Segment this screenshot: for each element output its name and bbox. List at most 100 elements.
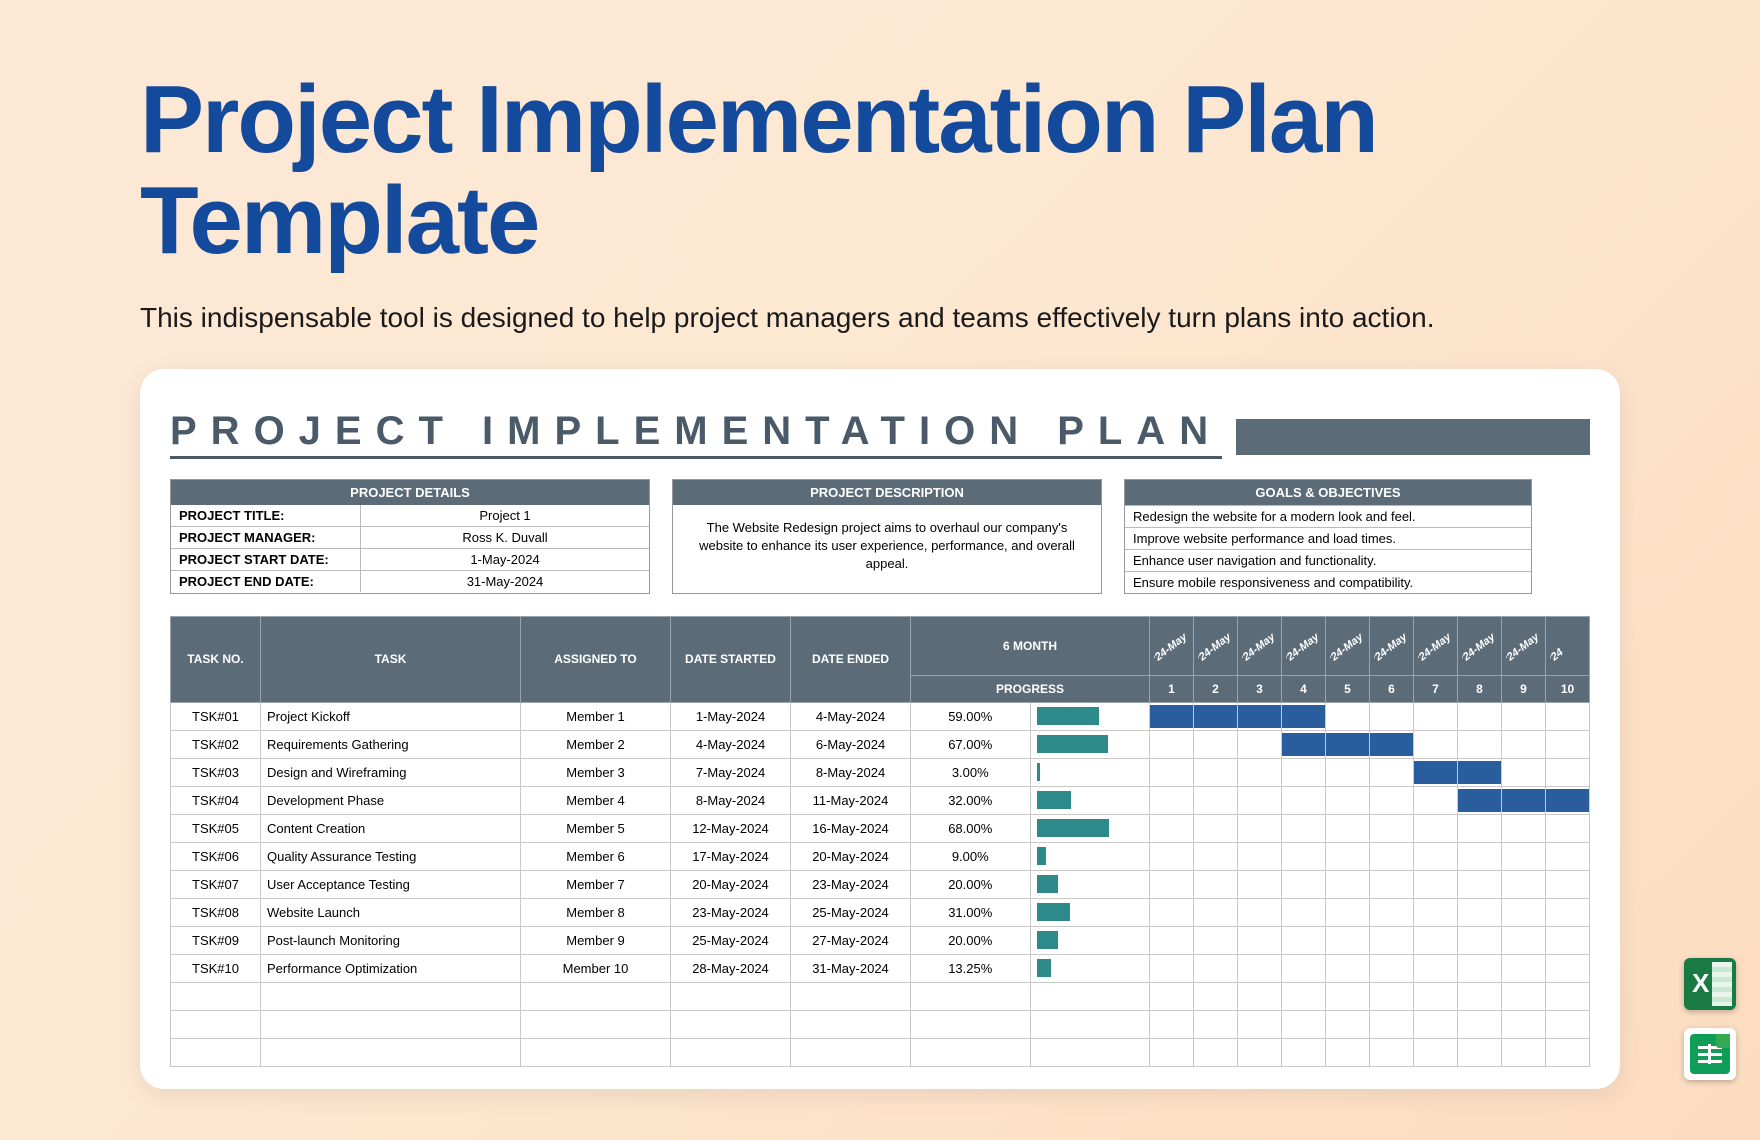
empty-cell <box>1546 1038 1590 1066</box>
project-details-row: PROJECT MANAGER:Ross K. Duvall <box>171 526 649 548</box>
goal-item: Enhance user navigation and functionalit… <box>1125 549 1531 571</box>
timeline-label: '24-May <box>1462 631 1497 665</box>
task-end: 6-May-2024 <box>791 730 911 758</box>
empty-cell <box>791 982 911 1010</box>
table-row-empty <box>171 982 1590 1010</box>
day-num: 6 <box>1370 675 1414 702</box>
task-assigned: Member 3 <box>521 758 671 786</box>
gantt-cell <box>1414 926 1458 954</box>
table-row: TSK#08 Website Launch Member 8 23-May-20… <box>171 898 1590 926</box>
gantt-cell <box>1370 870 1414 898</box>
task-progress-pct: 13.25% <box>911 954 1031 982</box>
gantt-cell <box>1370 898 1414 926</box>
task-assigned: Member 10 <box>521 954 671 982</box>
empty-cell <box>1194 1010 1238 1038</box>
gantt-cell <box>1194 842 1238 870</box>
empty-cell <box>1150 1038 1194 1066</box>
gantt-cell <box>1238 926 1282 954</box>
day-num: 5 <box>1326 675 1370 702</box>
empty-cell <box>1194 982 1238 1010</box>
google-sheets-icon[interactable] <box>1684 1028 1736 1080</box>
empty-cell <box>521 1038 671 1066</box>
empty-cell <box>1458 982 1502 1010</box>
gantt-cell <box>1326 758 1370 786</box>
task-start: 17-May-2024 <box>671 842 791 870</box>
gantt-cell <box>1282 730 1326 758</box>
task-end: 23-May-2024 <box>791 870 911 898</box>
task-no: TSK#04 <box>171 786 261 814</box>
task-no: TSK#06 <box>171 842 261 870</box>
task-name: Development Phase <box>261 786 521 814</box>
task-name: Performance Optimization <box>261 954 521 982</box>
project-details-header: PROJECT DETAILS <box>171 480 649 505</box>
gantt-cell <box>1326 814 1370 842</box>
col-assigned: ASSIGNED TO <box>521 616 671 702</box>
task-end: 16-May-2024 <box>791 814 911 842</box>
empty-cell <box>671 982 791 1010</box>
table-row: TSK#10 Performance Optimization Member 1… <box>171 954 1590 982</box>
gantt-cell <box>1150 786 1194 814</box>
goal-item: Redesign the website for a modern look a… <box>1125 505 1531 527</box>
empty-cell <box>791 1038 911 1066</box>
timeline-label: '24-May <box>1242 631 1277 665</box>
empty-cell <box>1030 982 1150 1010</box>
timeline-label: '24-May <box>1286 631 1321 665</box>
table-row: TSK#06 Quality Assurance Testing Member … <box>171 842 1590 870</box>
col-progress: PROGRESS <box>911 675 1150 702</box>
project-description-box: PROJECT DESCRIPTION The Website Redesign… <box>672 479 1102 594</box>
task-start: 20-May-2024 <box>671 870 791 898</box>
day-num: 9 <box>1502 675 1546 702</box>
col-task: TASK <box>261 616 521 702</box>
detail-value: Ross K. Duvall <box>361 527 649 548</box>
gantt-cell <box>1370 814 1414 842</box>
gantt-cell <box>1370 786 1414 814</box>
table-row: TSK#04 Development Phase Member 4 8-May-… <box>171 786 1590 814</box>
timeline-label: '24-May <box>1374 631 1409 665</box>
gantt-cell <box>1282 926 1326 954</box>
gantt-cell <box>1414 702 1458 730</box>
gantt-cell <box>1194 926 1238 954</box>
detail-key: PROJECT START DATE: <box>171 549 361 570</box>
gantt-cell <box>1282 702 1326 730</box>
gantt-cell <box>1238 758 1282 786</box>
table-row: TSK#05 Content Creation Member 5 12-May-… <box>171 814 1590 842</box>
gantt-cell <box>1458 814 1502 842</box>
gantt-cell <box>1546 814 1590 842</box>
task-assigned: Member 8 <box>521 898 671 926</box>
empty-cell <box>1326 1038 1370 1066</box>
table-row: TSK#07 User Acceptance Testing Member 7 … <box>171 870 1590 898</box>
gantt-cell <box>1414 730 1458 758</box>
gantt-cell <box>1194 870 1238 898</box>
detail-key: PROJECT END DATE: <box>171 571 361 592</box>
task-progress-pct: 3.00% <box>911 758 1031 786</box>
empty-cell <box>521 1010 671 1038</box>
empty-cell <box>261 1038 521 1066</box>
detail-key: PROJECT MANAGER: <box>171 527 361 548</box>
gantt-cell <box>1458 954 1502 982</box>
task-progress-bar <box>1030 730 1150 758</box>
detail-value: 31-May-2024 <box>361 571 649 592</box>
gantt-cell <box>1546 954 1590 982</box>
gantt-cell <box>1282 758 1326 786</box>
task-assigned: Member 4 <box>521 786 671 814</box>
gantt-cell <box>1458 758 1502 786</box>
gantt-cell <box>1502 758 1546 786</box>
empty-cell <box>171 982 261 1010</box>
gantt-cell <box>1150 926 1194 954</box>
gantt-cell <box>1326 870 1370 898</box>
gantt-cell <box>1282 898 1326 926</box>
table-row: TSK#02 Requirements Gathering Member 2 4… <box>171 730 1590 758</box>
gantt-cell <box>1414 954 1458 982</box>
gantt-cell <box>1414 898 1458 926</box>
excel-icon[interactable] <box>1684 958 1736 1010</box>
project-details-row: PROJECT END DATE:31-May-2024 <box>171 570 649 592</box>
gantt-cell <box>1150 870 1194 898</box>
gantt-cell <box>1194 954 1238 982</box>
table-row: TSK#03 Design and Wireframing Member 3 7… <box>171 758 1590 786</box>
day-num: 3 <box>1238 675 1282 702</box>
project-description-body: The Website Redesign project aims to ove… <box>673 505 1101 588</box>
empty-cell <box>1030 1038 1150 1066</box>
gantt-cell <box>1414 842 1458 870</box>
gantt-cell <box>1326 926 1370 954</box>
detail-key: PROJECT TITLE: <box>171 505 361 526</box>
